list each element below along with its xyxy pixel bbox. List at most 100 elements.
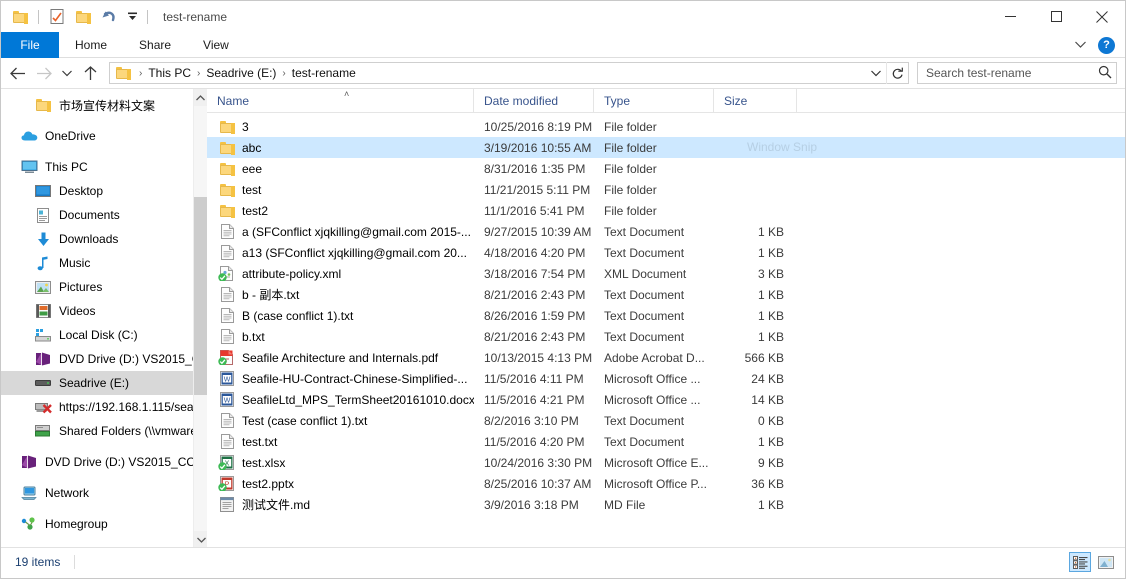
text-document-icon: [217, 245, 237, 260]
navigation-scrollbar[interactable]: [193, 89, 207, 547]
sidebar-item-dvd-drive-d-2[interactable]: DVD Drive (D:) VS2015_COM_E: [1, 450, 207, 474]
table-row[interactable]: b.txt8/21/2016 2:43 PMText Document1 KB: [207, 326, 1125, 347]
cell-name[interactable]: test.txt: [207, 434, 474, 449]
sidebar-item-videos[interactable]: Videos: [1, 299, 207, 323]
cell-name[interactable]: Xtest.xlsx: [207, 455, 474, 470]
word-icon: W: [217, 371, 237, 386]
cell-name[interactable]: WSeafileLtd_MPS_TermSheet20161010.docx: [207, 392, 474, 407]
table-row[interactable]: 测试文件.md3/9/2016 3:18 PMMD File1 KB: [207, 494, 1125, 515]
table-row[interactable]: Xtest.xlsx10/24/2016 3:30 PMMicrosoft Of…: [207, 452, 1125, 473]
address-dropdown-icon[interactable]: [866, 63, 886, 83]
sidebar-item-seafdav-webdav[interactable]: https://192.168.1.115/seafdav: [1, 395, 207, 419]
recent-locations-button[interactable]: [57, 60, 77, 86]
table-row[interactable]: attribute-policy.xml3/18/2016 7:54 PMXML…: [207, 263, 1125, 284]
chevron-down-icon[interactable]: [1069, 40, 1092, 51]
back-button[interactable]: [5, 60, 31, 86]
table-row[interactable]: Test (case conflict 1).txt8/2/2016 3:10 …: [207, 410, 1125, 431]
table-row[interactable]: test11/21/2015 5:11 PMFile folder: [207, 179, 1125, 200]
help-icon[interactable]: ?: [1098, 37, 1115, 54]
table-row[interactable]: a (SFConflict xjqkilling@gmail.com 2015-…: [207, 221, 1125, 242]
search-icon[interactable]: [1098, 65, 1112, 82]
cell-name[interactable]: b.txt: [207, 329, 474, 344]
cell-name[interactable]: b - 副本.txt: [207, 286, 474, 303]
table-row[interactable]: test211/1/2016 5:41 PMFile folder: [207, 200, 1125, 221]
column-header-size[interactable]: Size: [714, 89, 797, 113]
cell-name[interactable]: B (case conflict 1).txt: [207, 308, 474, 323]
sidebar-item-marketing-folder[interactable]: 市场宣传材料文案: [1, 93, 207, 117]
tab-view[interactable]: View: [187, 32, 245, 58]
cell-name[interactable]: a (SFConflict xjqkilling@gmail.com 2015-…: [207, 224, 474, 239]
sidebar-item-local-disk-c[interactable]: Local Disk (C:): [1, 323, 207, 347]
sidebar-item-pictures[interactable]: Pictures: [1, 275, 207, 299]
column-header-name[interactable]: Name: [207, 89, 474, 113]
sidebar-item-label: Desktop: [59, 184, 103, 198]
table-row[interactable]: 310/25/2016 8:19 PMFile folder: [207, 116, 1125, 137]
customize-qat-caret-icon[interactable]: [124, 6, 140, 28]
table-row[interactable]: eee8/31/2016 1:35 PMFile folder: [207, 158, 1125, 179]
cell-name[interactable]: attribute-policy.xml: [207, 266, 474, 281]
cell-name[interactable]: 测试文件.md: [207, 496, 474, 513]
cell-name[interactable]: 3: [207, 120, 474, 134]
properties-icon[interactable]: [46, 6, 68, 28]
sidebar-item-seadrive-e[interactable]: Seadrive (E:): [1, 371, 207, 395]
scrollbar-thumb[interactable]: [194, 197, 207, 395]
table-row[interactable]: b - 副本.txt8/21/2016 2:43 PMText Document…: [207, 284, 1125, 305]
cell-name[interactable]: test: [207, 183, 474, 197]
cell-name[interactable]: a13 (SFConflict xjqkilling@gmail.com 20.…: [207, 245, 474, 260]
column-header-date-modified[interactable]: Date modified: [474, 89, 594, 113]
chevron-down-icon[interactable]: [194, 531, 207, 547]
sidebar-item-music[interactable]: Music: [1, 251, 207, 275]
svg-text:W: W: [224, 376, 231, 383]
tab-share[interactable]: Share: [123, 32, 187, 58]
cell-name[interactable]: Test (case conflict 1).txt: [207, 413, 474, 428]
address-bar: › This PC › Seadrive (E:) › test-rename …: [1, 58, 1125, 88]
sidebar-item-homegroup[interactable]: Homegroup: [1, 512, 207, 536]
refresh-icon[interactable]: [886, 62, 908, 84]
sidebar-item-desktop[interactable]: Desktop: [1, 179, 207, 203]
large-icons-view-button[interactable]: [1095, 552, 1117, 572]
cell-name[interactable]: eee: [207, 162, 474, 176]
sidebar-item-onedrive[interactable]: OneDrive: [1, 124, 207, 148]
sidebar-item-this-pc[interactable]: This PC: [1, 155, 207, 179]
folder-icon[interactable]: [9, 6, 31, 28]
forward-button[interactable]: [31, 60, 57, 86]
sidebar-item-network[interactable]: Network: [1, 481, 207, 505]
maximize-button[interactable]: [1033, 1, 1079, 32]
sidebar-item-documents[interactable]: Documents: [1, 203, 207, 227]
chevron-up-icon[interactable]: [194, 89, 207, 106]
breadcrumb-bar[interactable]: › This PC › Seadrive (E:) › test-rename: [109, 62, 909, 84]
search-input[interactable]: Search test-rename: [917, 62, 1117, 84]
breadcrumb-item-seadrive[interactable]: Seadrive (E:): [202, 66, 280, 80]
column-header-type[interactable]: Type: [594, 89, 714, 113]
table-row[interactable]: test.txt11/5/2016 4:20 PMText Document1 …: [207, 431, 1125, 452]
table-row[interactable]: Seafile Architecture and Internals.pdf10…: [207, 347, 1125, 368]
table-row[interactable]: Ptest2.pptx8/25/2016 10:37 AMMicrosoft O…: [207, 473, 1125, 494]
folder-icon: [217, 205, 237, 217]
status-bar: 19 items: [1, 547, 1125, 575]
breadcrumb-item-this-pc[interactable]: This PC: [144, 66, 195, 80]
details-view-button[interactable]: [1069, 552, 1091, 572]
cell-name[interactable]: Ptest2.pptx: [207, 476, 474, 491]
table-row[interactable]: WSeafileLtd_MPS_TermSheet20161010.docx11…: [207, 389, 1125, 410]
breadcrumb-item-test-rename[interactable]: test-rename: [288, 66, 360, 80]
sidebar-item-downloads[interactable]: Downloads: [1, 227, 207, 251]
cell-name[interactable]: WSeafile-HU-Contract-Chinese-Simplified-…: [207, 371, 474, 386]
sidebar-item-shared-folders[interactable]: Shared Folders (\\vmware-ho: [1, 419, 207, 443]
undo-icon[interactable]: [98, 6, 120, 28]
cell-name[interactable]: abc: [207, 141, 474, 155]
table-row[interactable]: abc3/19/2016 10:55 AMFile folderWindow S…: [207, 137, 1125, 158]
cell-name[interactable]: test2: [207, 204, 474, 218]
new-folder-icon[interactable]: [72, 6, 94, 28]
breadcrumb-separator-1: ›: [195, 68, 202, 79]
tab-file[interactable]: File: [1, 32, 59, 58]
table-row[interactable]: WSeafile-HU-Contract-Chinese-Simplified-…: [207, 368, 1125, 389]
sidebar-item-label: Homegroup: [45, 517, 108, 531]
table-row[interactable]: a13 (SFConflict xjqkilling@gmail.com 20.…: [207, 242, 1125, 263]
cell-name[interactable]: Seafile Architecture and Internals.pdf: [207, 350, 474, 365]
up-button[interactable]: [77, 60, 103, 86]
table-row[interactable]: B (case conflict 1).txt8/26/2016 1:59 PM…: [207, 305, 1125, 326]
tab-home[interactable]: Home: [59, 32, 123, 58]
sidebar-item-dvd-drive-d-1[interactable]: DVD Drive (D:) VS2015_COM_: [1, 347, 207, 371]
close-button[interactable]: [1079, 1, 1125, 32]
minimize-button[interactable]: [987, 1, 1033, 32]
